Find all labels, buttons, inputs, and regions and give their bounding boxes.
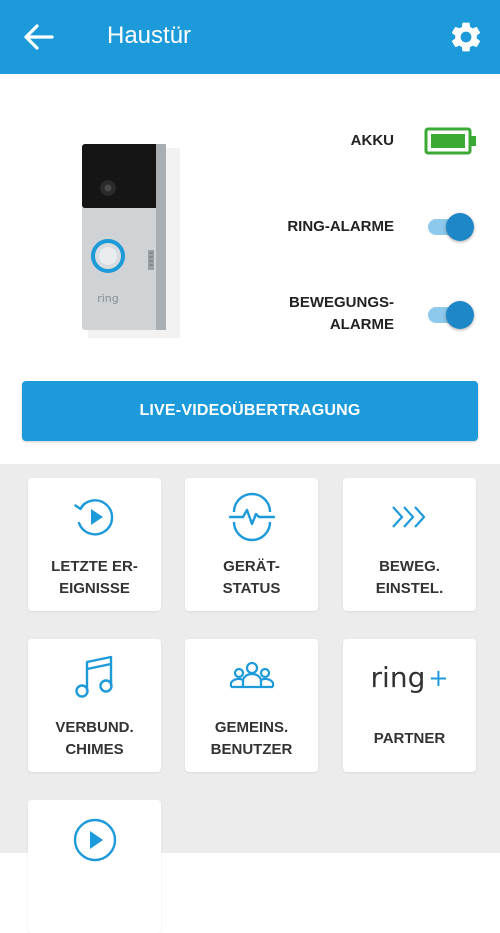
tile-motion-settings[interactable]: BEWEG. EINSTEL. xyxy=(343,478,476,611)
doorbell-device-image: ring xyxy=(82,144,180,338)
motion-chevrons-icon xyxy=(391,506,425,528)
tile-label: VERBUND. CHIMES xyxy=(55,719,134,758)
tile-videos[interactable] xyxy=(28,800,161,933)
history-play-icon xyxy=(73,499,113,536)
ring-alarms-toggle[interactable] xyxy=(428,212,474,242)
tile-label: LETZTE ER- EIGNISSE xyxy=(51,558,138,597)
gear-icon[interactable] xyxy=(448,19,484,55)
users-group-icon xyxy=(229,661,274,689)
motion-alarms-toggle[interactable] xyxy=(428,300,474,330)
motion-alarms-label: BEWEGUNGS- ALARME xyxy=(289,294,394,333)
ring-plus-logo: ring + xyxy=(371,653,449,703)
device-health-icon xyxy=(228,492,275,542)
page-title: Haustür xyxy=(107,22,192,49)
tile-label: PARTNER xyxy=(373,730,446,747)
music-note-icon xyxy=(74,655,113,698)
ring-logo-text: ring xyxy=(370,661,426,694)
toggle-knob xyxy=(446,301,474,329)
tile-partner[interactable]: ring + PARTNER xyxy=(343,639,476,772)
tile-label: GEMEINS. BENUTZER xyxy=(210,719,293,758)
tile-device-status[interactable]: GERÄT- STATUS xyxy=(185,478,318,611)
tile-recent-events[interactable]: LETZTE ER- EIGNISSE xyxy=(28,478,161,611)
arrow-left-icon[interactable] xyxy=(22,22,54,52)
ring-alarms-label: RING-ALARME xyxy=(287,218,394,235)
ring-logo-plus: + xyxy=(428,664,449,692)
live-video-button[interactable]: LIVE-VIDEOÜBERTRAGUNG xyxy=(22,381,478,441)
battery-label: AKKU xyxy=(350,132,394,149)
tile-label: BEWEG. EINSTEL. xyxy=(375,558,444,597)
tile-linked-chimes[interactable]: VERBUND. CHIMES xyxy=(28,639,161,772)
app-bar: Haustür xyxy=(0,0,500,74)
device-brand-text: ring xyxy=(97,292,119,305)
tile-shared-users[interactable]: GEMEINS. BENUTZER xyxy=(185,639,318,772)
toggle-knob xyxy=(446,213,474,241)
play-circle-icon xyxy=(73,818,116,862)
tile-label: GERÄT- STATUS xyxy=(222,558,281,597)
battery-full-icon xyxy=(424,127,476,155)
